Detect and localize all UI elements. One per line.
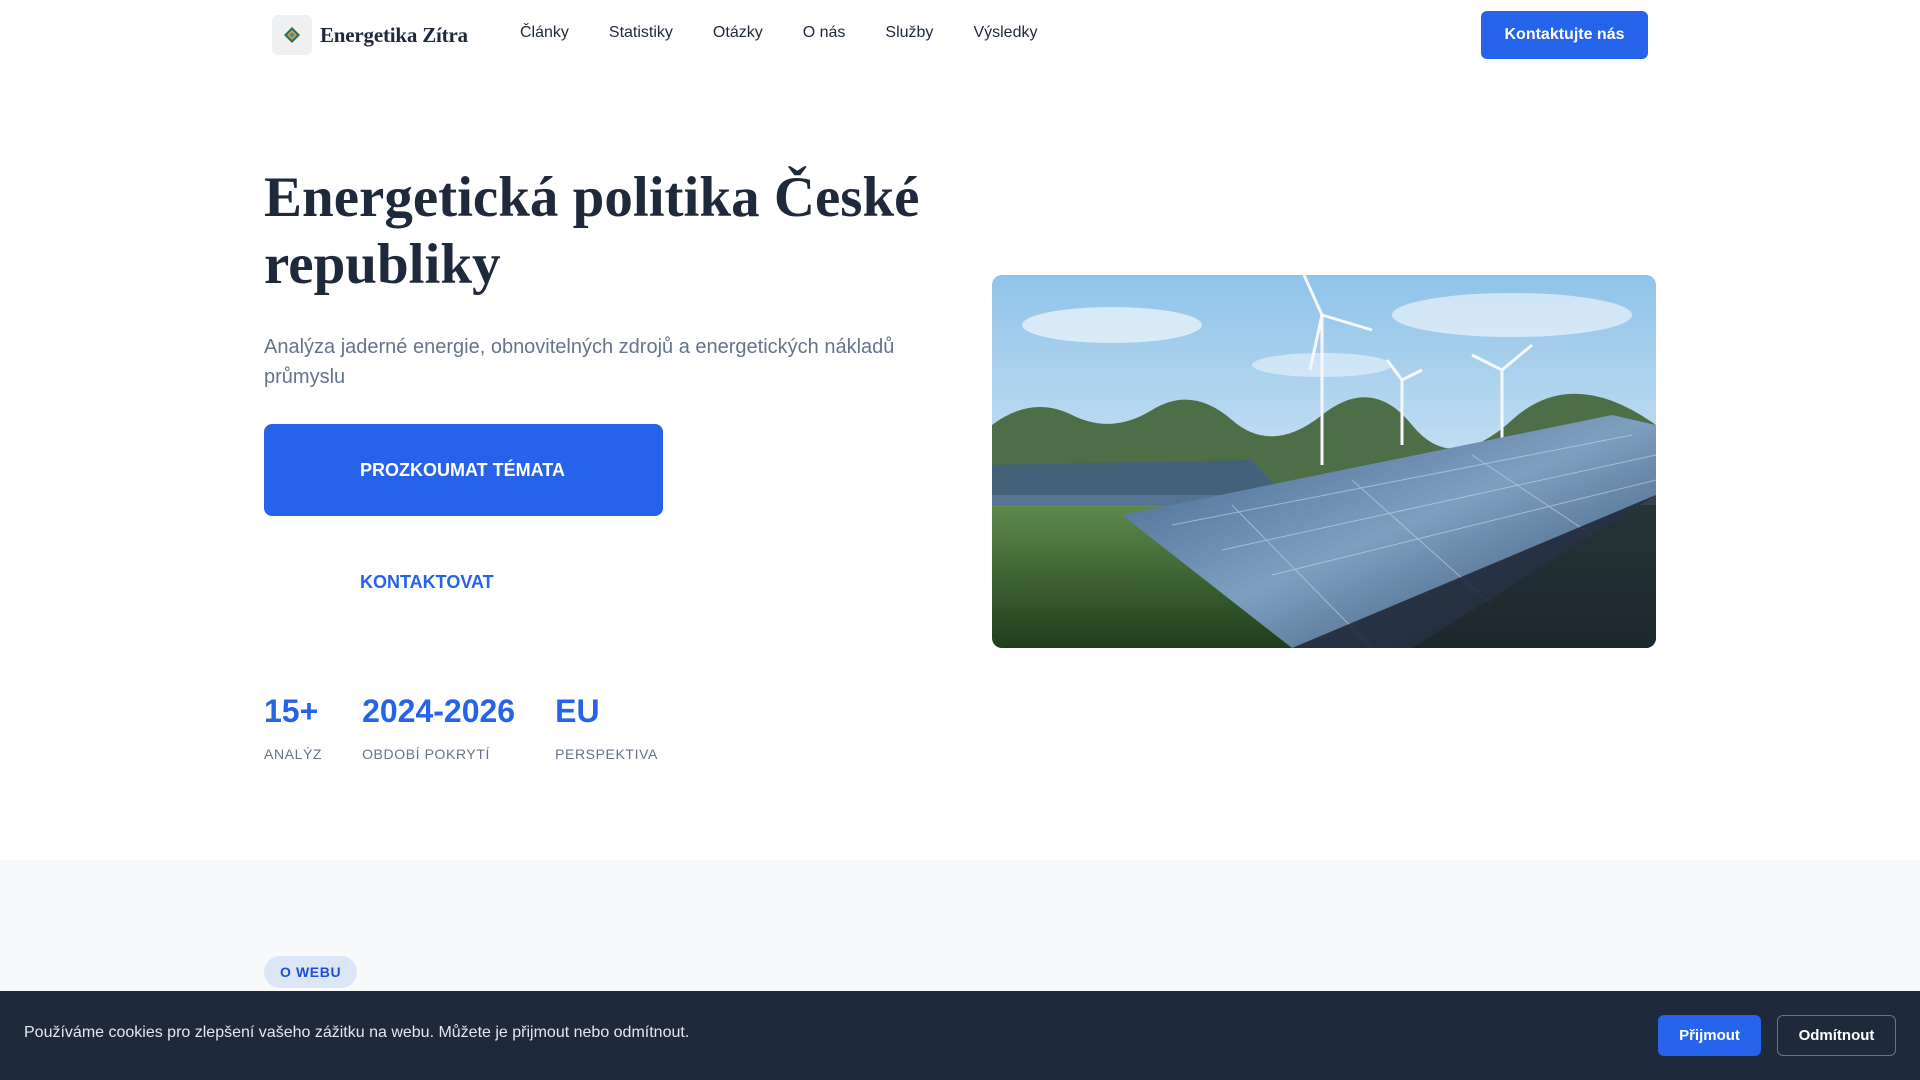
stat-label: OBDOBÍ POKRYTÍ [362,746,491,762]
nav-item-vysledky[interactable]: Výsledky [973,22,1037,44]
nav-item-sluzby[interactable]: Služby [885,22,933,44]
logo-text: Energetika Zítra [320,22,468,47]
stat-value: EU [555,693,600,729]
explore-topics-button[interactable]: PROZKOUMAT TÉMATA [264,424,663,516]
site-header: Energetika Zítra Články Statistiky Otázk… [0,0,1920,70]
stat-value: 15+ [264,693,319,729]
nav-item-otazky[interactable]: Otázky [713,22,763,44]
stat-value: 2024-2026 [362,693,516,729]
hero-subtitle: Analýza jaderné energie, obnovitelných z… [264,336,895,388]
contact-link[interactable]: KONTAKTOVAT [360,572,494,593]
stat-label: PERSPEKTIVA [555,746,658,762]
nav-item-clanky[interactable]: Články [520,22,569,44]
contact-button[interactable]: Kontaktujte nás [1481,11,1648,59]
logo[interactable]: Energetika Zítra [272,15,468,55]
stat-analyses: 15+ ANALÝZ [264,690,322,762]
page-title: Energetická politika České republiky [264,166,920,296]
nav-item-statistiky[interactable]: Statistiky [609,22,673,44]
stats-row: 15+ ANALÝZ 2024-2026 OBDOBÍ POKRYTÍ EU P… [264,690,698,762]
stat-label: ANALÝZ [264,746,323,762]
cookie-reject-button[interactable]: Odmítnout [1777,1015,1896,1056]
main-nav: Články Statistiky Otázky O nás Služby Vý… [520,22,1077,44]
stat-perspective: EU PERSPEKTIVA [555,690,658,762]
cookie-text: Používáme cookies pro zlepšení vašeho zá… [24,1024,690,1041]
hero-image [992,275,1656,648]
stat-period: 2024-2026 OBDOBÍ POKRYTÍ [362,690,515,762]
leaf-diamond-icon [272,15,312,55]
nav-item-o-nas[interactable]: O nás [803,22,846,44]
cookie-accept-button[interactable]: Přijmout [1658,1015,1761,1056]
section-badge: O WEBU [264,956,358,988]
